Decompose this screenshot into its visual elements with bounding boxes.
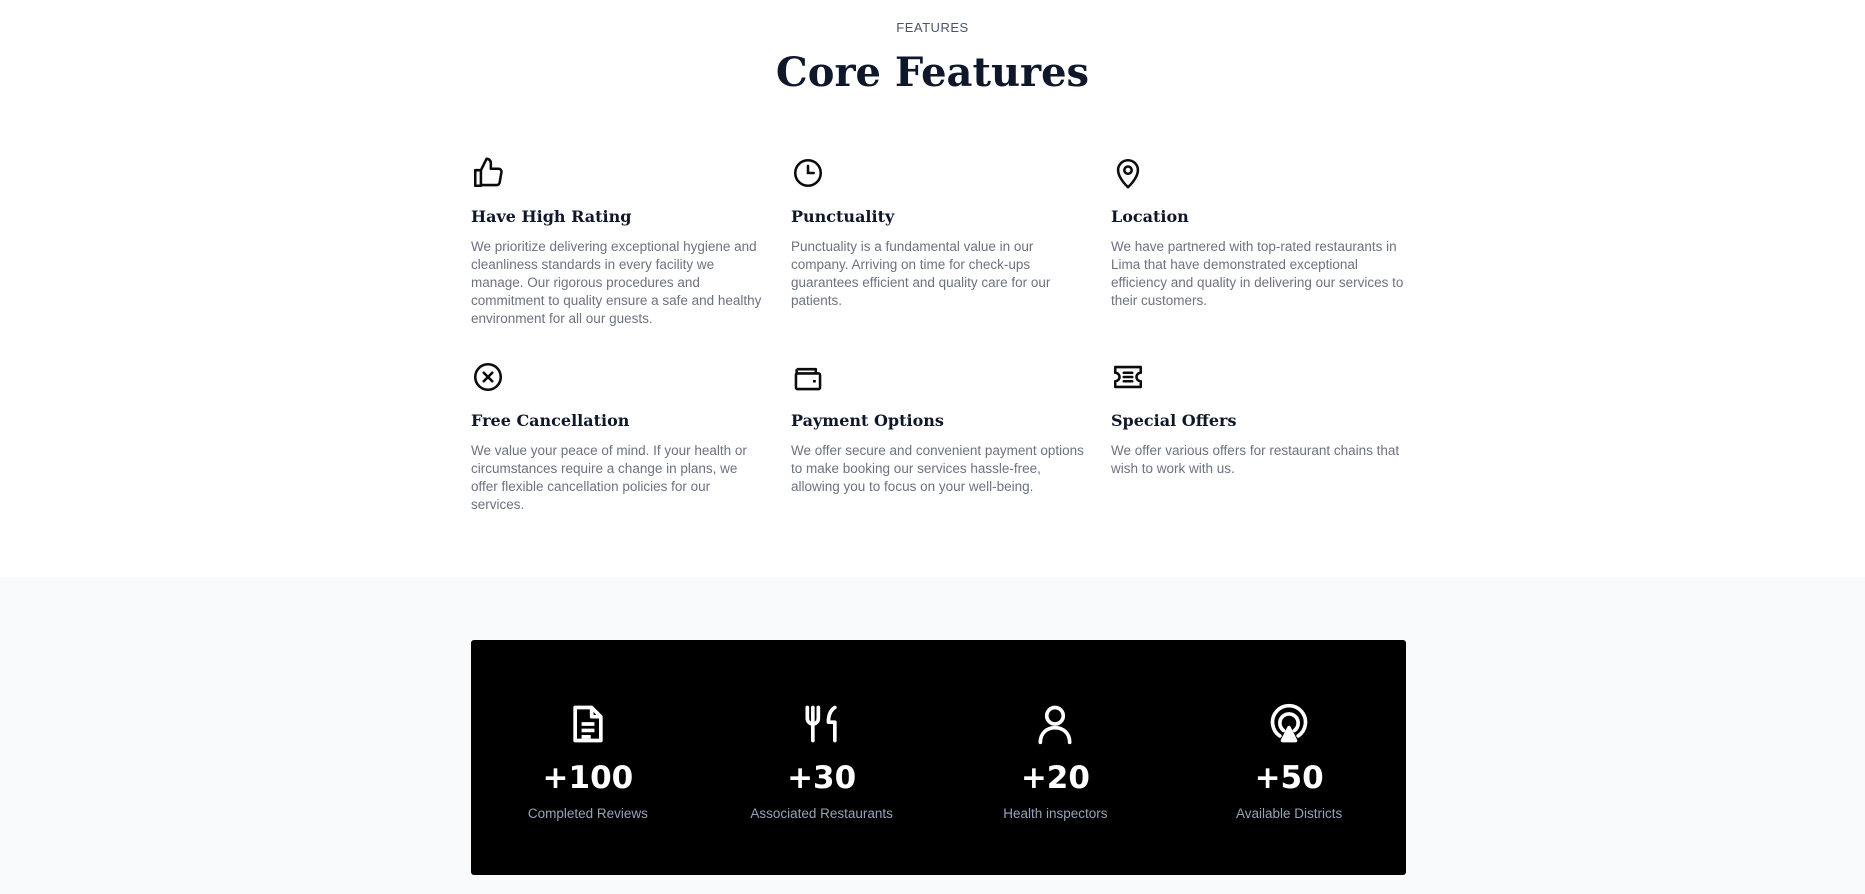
stat-label: Associated Restaurants — [750, 806, 893, 821]
section-eyebrow: FEATURES — [896, 20, 969, 35]
document-icon — [566, 702, 610, 746]
section-title: Core Features — [775, 49, 1090, 96]
feature-card-payment-options: Payment Options We offer secure and conv… — [791, 360, 1087, 542]
feature-title: Have High Rating — [471, 207, 632, 226]
ticket-icon — [1111, 360, 1145, 394]
feature-title: Free Cancellation — [471, 411, 630, 430]
stats-panel: +100 Completed Reviews +30 Associated Re… — [471, 640, 1406, 875]
feature-title: Special Offers — [1111, 411, 1237, 430]
stat-label: Health inspectors — [1003, 806, 1108, 821]
stat-completed-reviews: +100 Completed Reviews — [488, 702, 688, 821]
fork-knife-icon — [800, 702, 844, 746]
stat-associated-restaurants: +30 Associated Restaurants — [722, 702, 922, 821]
stat-available-districts: +50 Available Districts — [1189, 702, 1389, 821]
features-section: FEATURES Core Features Have High Rating … — [0, 0, 1865, 577]
feature-text: We value your peace of mind. If your hea… — [471, 443, 747, 512]
stat-health-inspectors: +20 Health inspectors — [955, 702, 1155, 821]
stat-label: Available Districts — [1235, 806, 1343, 821]
stat-value: +100 — [542, 760, 634, 796]
stat-value: +30 — [787, 760, 857, 796]
clock-icon — [791, 156, 825, 190]
user-icon — [1033, 702, 1077, 746]
wallet-icon — [791, 360, 825, 394]
feature-text: Punctuality is a fundamental value in ou… — [791, 239, 1051, 308]
feature-card-free-cancellation: Free Cancellation We value your peace of… — [471, 360, 767, 542]
feature-card-high-rating: Have High Rating We prioritize deliverin… — [471, 156, 767, 338]
stat-value: +20 — [1020, 760, 1090, 796]
feature-card-punctuality: Punctuality Punctuality is a fundamental… — [791, 156, 1087, 338]
features-grid: Have High Rating We prioritize deliverin… — [471, 156, 1406, 542]
x-circle-icon — [471, 360, 505, 394]
feature-text: We offer secure and convenient payment o… — [791, 443, 1084, 494]
feature-text: We prioritize delivering exceptional hyg… — [471, 239, 762, 326]
stat-label: Completed Reviews — [527, 806, 648, 821]
broadcast-icon — [1267, 702, 1311, 746]
feature-title: Punctuality — [791, 207, 895, 226]
feature-title: Payment Options — [791, 411, 944, 430]
feature-card-special-offers: Special Offers We offer various offers f… — [1111, 360, 1407, 542]
feature-card-location: Location We have partnered with top-rate… — [1111, 156, 1407, 338]
thumbs-up-icon — [471, 156, 505, 190]
feature-title: Location — [1111, 207, 1189, 226]
feature-text: We offer various offers for restaurant c… — [1111, 443, 1400, 476]
stat-value: +50 — [1254, 760, 1324, 796]
map-pin-icon — [1111, 156, 1145, 190]
feature-text: We have partnered with top-rated restaur… — [1111, 239, 1404, 308]
